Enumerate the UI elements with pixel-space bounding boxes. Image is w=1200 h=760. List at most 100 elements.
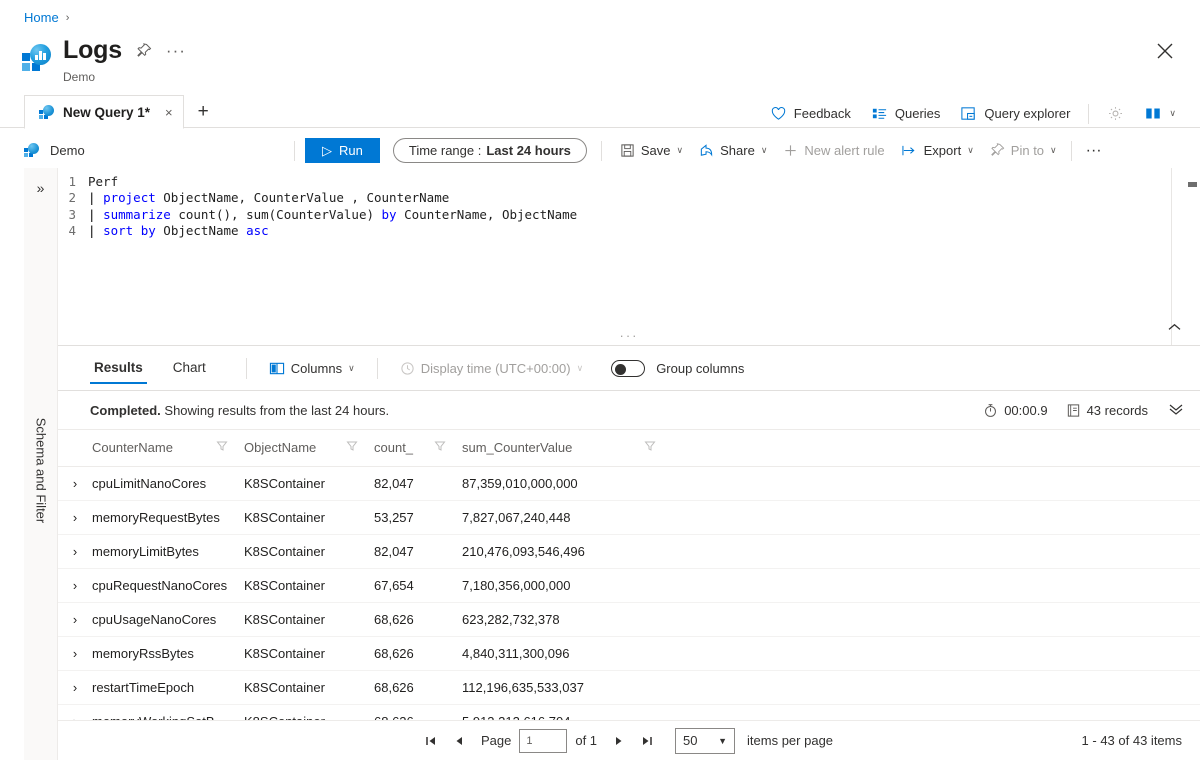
chevron-down-icon[interactable]: ∨: [677, 145, 684, 156]
filter-icon[interactable]: [346, 440, 358, 455]
page-size-select[interactable]: 50 ▼: [675, 728, 735, 754]
column-header-label: count_: [374, 440, 413, 455]
play-icon: ▷: [322, 143, 332, 159]
table-row[interactable]: ›restartTimeEpochK8SContainer68,626112,1…: [58, 671, 1200, 705]
settings-button[interactable]: [1097, 100, 1134, 127]
editor-resize-handle[interactable]: ···: [620, 334, 639, 338]
filter-icon[interactable]: [434, 440, 446, 455]
chevron-down-icon[interactable]: ∨: [348, 363, 355, 374]
prev-page-button[interactable]: [445, 728, 473, 754]
chevron-down-icon[interactable]: ∨: [577, 363, 584, 374]
query-tab-close-icon[interactable]: ×: [165, 105, 173, 120]
time-range-picker[interactable]: Time range : Last 24 hours: [393, 138, 587, 163]
columns-button[interactable]: Columns ∨: [261, 357, 363, 380]
chevron-down-icon[interactable]: ∨: [761, 145, 768, 156]
editor-collapse-icon[interactable]: [1167, 320, 1182, 336]
display-time-button[interactable]: Display time (UTC+00:00) ∨: [392, 357, 592, 380]
cell-object-name: K8SContainer: [244, 637, 374, 671]
line-number: 1: [58, 174, 88, 190]
record-count: 43 records: [1066, 403, 1148, 418]
schema-filter-rail[interactable]: » Schema and Filter: [24, 168, 58, 760]
table-row[interactable]: ›memoryRssBytesK8SContainer68,6264,840,3…: [58, 637, 1200, 671]
code-line[interactable]: 1Perf: [58, 174, 1200, 190]
run-button[interactable]: ▷ Run: [305, 138, 380, 163]
tab-results[interactable]: Results: [90, 360, 147, 384]
pin-to-button[interactable]: Pin to ∨: [982, 139, 1065, 162]
workspace-selector[interactable]: Demo: [24, 143, 294, 159]
plus-icon: [783, 143, 798, 158]
new-alert-rule-button[interactable]: New alert rule: [775, 139, 892, 162]
cell-object-name: K8SContainer: [244, 671, 374, 705]
save-button[interactable]: Save ∨: [612, 139, 691, 162]
editor-scrollbar[interactable]: [1188, 182, 1197, 187]
chevron-down-icon[interactable]: ∨: [1050, 145, 1057, 156]
tab-chart[interactable]: Chart: [169, 360, 210, 384]
table-header-filler: [672, 430, 1200, 467]
cell-count: 53,257: [374, 501, 462, 535]
schema-filter-label: Schema and Filter: [33, 418, 48, 524]
row-expand-icon[interactable]: ›: [58, 603, 92, 637]
filter-icon[interactable]: [216, 440, 228, 455]
feedback-button[interactable]: Feedback: [760, 100, 861, 127]
share-button[interactable]: Share ∨: [691, 139, 775, 162]
overflow-menu-button[interactable]: ···: [1078, 138, 1110, 164]
expand-results-icon[interactable]: [1168, 403, 1184, 418]
heart-icon: [770, 105, 787, 122]
cell-count: 68,626: [374, 603, 462, 637]
first-page-button[interactable]: [417, 728, 445, 754]
cell-object-name: K8SContainer: [244, 501, 374, 535]
filter-icon[interactable]: [644, 440, 656, 455]
code-line[interactable]: 2| project ObjectName, CounterValue , Co…: [58, 190, 1200, 206]
row-expand-icon[interactable]: ›: [58, 467, 92, 501]
export-button[interactable]: Export ∨: [893, 139, 982, 162]
code-text: | project ObjectName, CounterValue , Cou…: [88, 190, 449, 206]
column-header[interactable]: ObjectName: [244, 430, 374, 467]
queries-button[interactable]: Queries: [861, 100, 951, 127]
row-expand-icon[interactable]: ›: [58, 535, 92, 569]
table-row[interactable]: ›cpuLimitNanoCoresK8SContainer82,04787,3…: [58, 467, 1200, 501]
breadcrumb-home-link[interactable]: Home: [24, 10, 59, 25]
code-line[interactable]: 4| sort by ObjectName asc: [58, 223, 1200, 239]
column-header-label: ObjectName: [244, 440, 316, 455]
query-code[interactable]: 1Perf2| project ObjectName, CounterValue…: [58, 168, 1200, 240]
status-bold: Completed.: [90, 403, 161, 418]
table-row[interactable]: ›memoryLimitBytesK8SContainer82,047210,4…: [58, 535, 1200, 569]
next-page-button[interactable]: [605, 728, 633, 754]
page-input[interactable]: [519, 729, 567, 753]
row-expand-icon[interactable]: ›: [58, 501, 92, 535]
group-columns-toggle[interactable]: [611, 360, 645, 377]
help-book-button[interactable]: ∨: [1134, 100, 1186, 127]
new-tab-button[interactable]: +: [198, 101, 209, 123]
last-page-button[interactable]: [633, 728, 661, 754]
row-expand-icon[interactable]: ›: [58, 637, 92, 671]
query-editor[interactable]: 1Perf2| project ObjectName, CounterValue…: [58, 168, 1200, 346]
query-tab[interactable]: New Query 1* ×: [24, 95, 184, 129]
cell-filler: [672, 535, 1200, 569]
cell-count: 68,626: [374, 637, 462, 671]
table-row[interactable]: ›cpuUsageNanoCoresK8SContainer68,626623,…: [58, 603, 1200, 637]
table-row[interactable]: ›cpuRequestNanoCoresK8SContainer67,6547,…: [58, 569, 1200, 603]
cell-count: 68,626: [374, 671, 462, 705]
expand-rail-icon[interactable]: »: [37, 180, 45, 196]
export-label: Export: [924, 143, 962, 158]
row-expand-icon[interactable]: ›: [58, 671, 92, 705]
query-explorer-button[interactable]: Query explorer: [950, 100, 1080, 127]
row-expand-icon[interactable]: ›: [58, 569, 92, 603]
cell-object-name: K8SContainer: [244, 535, 374, 569]
more-icon[interactable]: ···: [166, 47, 186, 55]
window-icon: [960, 105, 977, 122]
column-header[interactable]: CounterName: [92, 430, 244, 467]
table-row[interactable]: ›memoryRequestBytesK8SContainer53,2577,8…: [58, 501, 1200, 535]
column-header[interactable]: count_: [374, 430, 462, 467]
feedback-label: Feedback: [794, 106, 851, 121]
chevron-down-icon[interactable]: ∨: [1169, 108, 1176, 119]
code-line[interactable]: 3| summarize count(), sum(CounterValue) …: [58, 207, 1200, 223]
pin-icon[interactable]: [136, 43, 152, 59]
cell-filler: [672, 569, 1200, 603]
chevron-down-icon[interactable]: ∨: [967, 145, 974, 156]
close-icon[interactable]: [1154, 40, 1176, 62]
cell-counter-name: memoryRequestBytes: [92, 501, 244, 535]
cell-filler: [672, 603, 1200, 637]
column-header[interactable]: sum_CounterValue: [462, 430, 672, 467]
query-duration: 00:00.9: [983, 403, 1047, 418]
